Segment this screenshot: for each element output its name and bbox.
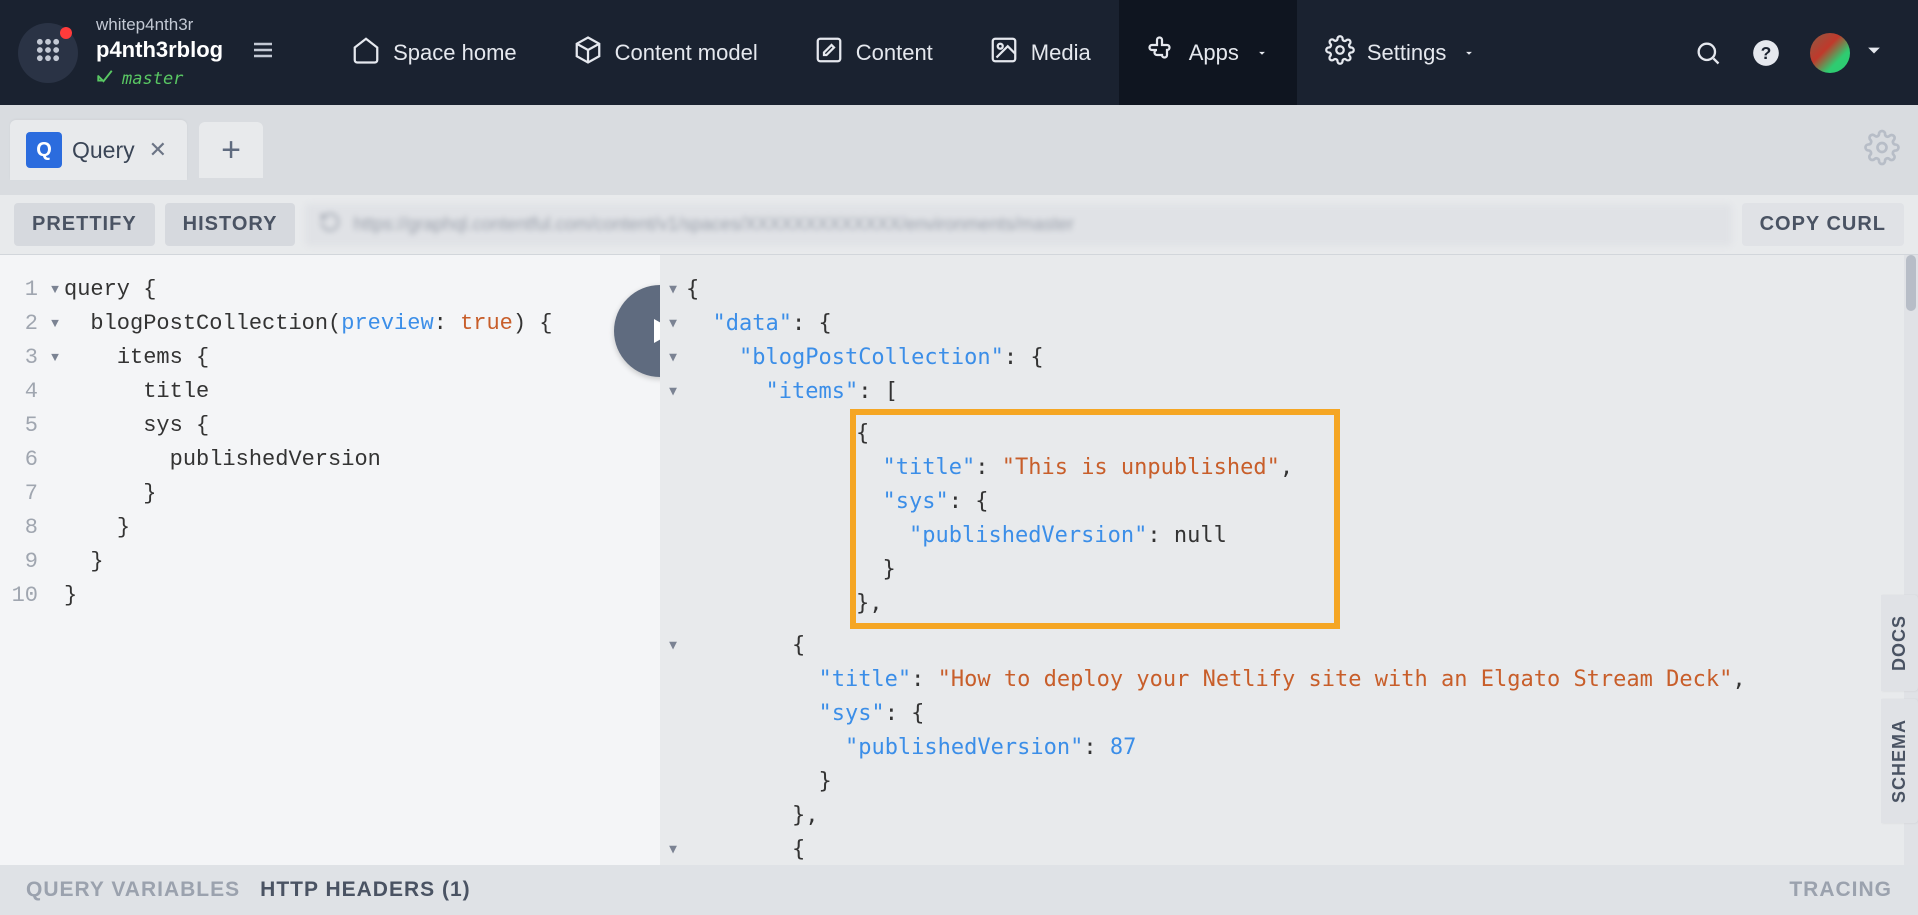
query-variables-tab[interactable]: QUERY VARIABLES <box>26 878 240 902</box>
nav-label: Space home <box>393 40 517 66</box>
help-button[interactable]: ? <box>1752 39 1780 67</box>
chevron-down-icon <box>1860 36 1888 69</box>
endpoint-url-text: https://graphql.contentful.com/content/v… <box>353 214 1073 235</box>
grid-icon <box>34 36 62 69</box>
top-nav: whitep4nth3r p4nth3rblog master Space ho… <box>0 0 1918 105</box>
nav-label: Media <box>1031 40 1091 66</box>
home-icon <box>351 35 381 71</box>
bottom-bar: QUERY VARIABLES HTTP HEADERS (1) TRACING <box>0 865 1918 915</box>
result-pane: ▼{▼ "data": {▼ "blogPostCollection": {▼ … <box>660 255 1918 865</box>
chevron-down-icon <box>1462 40 1476 66</box>
http-headers-tab[interactable]: HTTP HEADERS (1) <box>260 878 470 902</box>
edit-icon <box>814 35 844 71</box>
image-icon <box>989 35 1019 71</box>
main-area: 1▼query {2▼ blogPostCollection(preview: … <box>0 255 1918 865</box>
tab-close-button[interactable]: ✕ <box>145 137 171 163</box>
schema-tab[interactable]: SCHEMA <box>1881 699 1918 823</box>
undo-icon <box>319 211 341 238</box>
scrollbar-thumb[interactable] <box>1906 255 1916 311</box>
tab-add-button[interactable]: + <box>199 122 263 178</box>
hamburger-menu[interactable] <box>251 38 275 67</box>
toolbar: PRETTIFY HISTORY https://graphql.content… <box>0 195 1918 255</box>
app-switcher-button[interactable] <box>18 23 78 83</box>
nav-label: Settings <box>1367 40 1447 66</box>
prettify-button[interactable]: PRETTIFY <box>14 203 155 246</box>
nav-items: Space home Content model Content Media A… <box>323 0 1504 105</box>
puzzle-icon <box>1147 35 1177 71</box>
branch-label: master <box>122 68 183 90</box>
nav-left: whitep4nth3r p4nth3rblog master <box>0 14 293 91</box>
space-name: p4nth3rblog <box>96 36 223 65</box>
nav-right: ? <box>1694 33 1918 73</box>
query-code[interactable]: 1▼query {2▼ blogPostCollection(preview: … <box>0 255 660 631</box>
tab-title: Query <box>72 137 135 164</box>
space-branch: master <box>96 67 223 91</box>
space-user: whitep4nth3r <box>96 14 223 36</box>
nav-label: Content model <box>615 40 758 66</box>
nav-media[interactable]: Media <box>961 0 1119 105</box>
side-tabs: DOCS SCHEMA <box>1881 595 1918 823</box>
tab-bar: Q Query ✕ + <box>0 105 1918 195</box>
docs-tab[interactable]: DOCS <box>1881 595 1918 691</box>
chevron-down-icon <box>1255 40 1269 66</box>
space-info: whitep4nth3r p4nth3rblog master <box>96 14 223 91</box>
nav-space-home[interactable]: Space home <box>323 0 545 105</box>
endpoint-url-field[interactable]: https://graphql.contentful.com/content/v… <box>305 204 1731 246</box>
query-editor-pane[interactable]: 1▼query {2▼ blogPostCollection(preview: … <box>0 255 660 865</box>
tab-badge: Q <box>26 132 62 168</box>
nav-label: Content <box>856 40 933 66</box>
svg-text:?: ? <box>1761 42 1772 62</box>
notification-dot <box>60 27 72 39</box>
editor-settings-button[interactable] <box>1864 130 1900 171</box>
nav-content-model[interactable]: Content model <box>545 0 786 105</box>
search-button[interactable] <box>1694 39 1722 67</box>
user-menu[interactable] <box>1810 33 1888 73</box>
nav-content[interactable]: Content <box>786 0 961 105</box>
box-icon <box>573 35 603 71</box>
result-code[interactable]: ▼{▼ "data": {▼ "blogPostCollection": {▼ … <box>660 255 1918 865</box>
branch-icon <box>96 67 114 91</box>
copy-curl-button[interactable]: COPY CURL <box>1742 203 1904 246</box>
gear-icon <box>1325 35 1355 71</box>
avatar <box>1810 33 1850 73</box>
tab-query[interactable]: Q Query ✕ <box>10 120 187 180</box>
history-button[interactable]: HISTORY <box>165 203 296 246</box>
nav-settings[interactable]: Settings <box>1297 0 1505 105</box>
nav-apps[interactable]: Apps <box>1119 0 1297 105</box>
tracing-tab[interactable]: TRACING <box>1789 878 1892 902</box>
highlighted-result: { "title": "This is unpublished", "sys":… <box>850 409 1340 629</box>
nav-label: Apps <box>1189 40 1239 66</box>
